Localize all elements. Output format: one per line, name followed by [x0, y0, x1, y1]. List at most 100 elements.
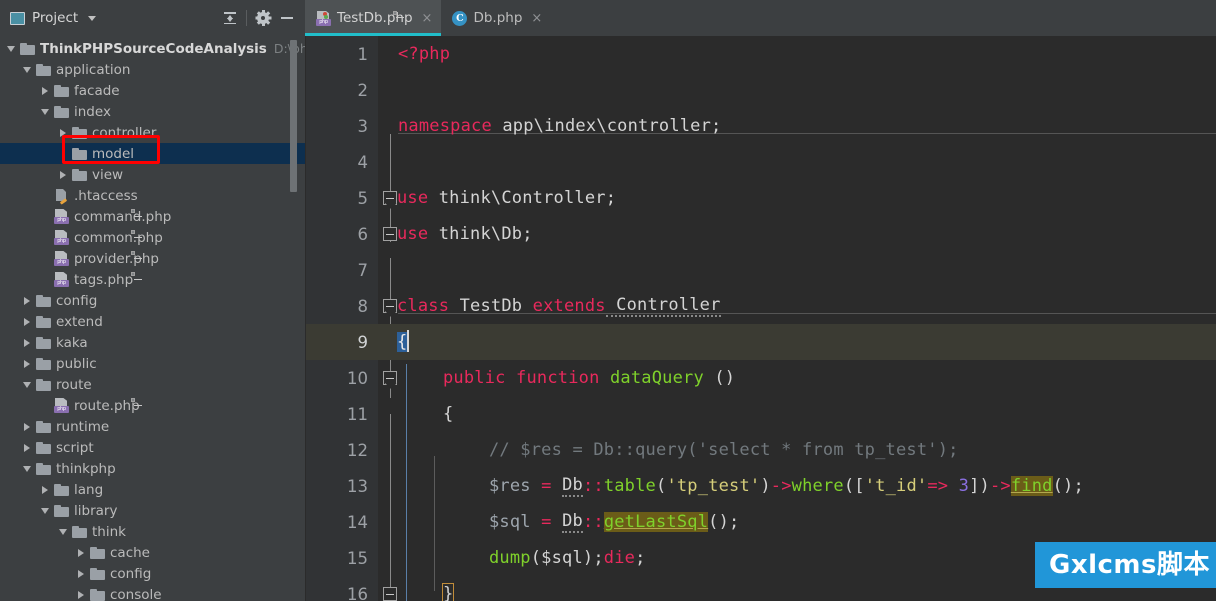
editor-line-11[interactable]: 11 {	[306, 396, 1216, 432]
tree-row-public[interactable]: public	[0, 353, 305, 374]
line-number: 12	[347, 440, 368, 460]
close-icon[interactable]: ×	[531, 12, 542, 25]
chevron-right-icon[interactable]	[38, 483, 52, 497]
folder-icon	[36, 441, 51, 454]
tree-item-label: config	[56, 292, 98, 309]
editor-line-12[interactable]: 12 // $res = Db::query('select * from tp…	[306, 432, 1216, 468]
editor-line-10[interactable]: 10 public function dataQuery ()	[306, 360, 1216, 396]
chevron-down-icon[interactable]	[38, 504, 52, 518]
close-icon[interactable]: ×	[422, 12, 433, 25]
tree-item-label: kaka	[56, 334, 88, 351]
tree-row-lang[interactable]: lang	[0, 479, 305, 500]
editor-line-14[interactable]: 14 $sql = Db:: getLastSql ();	[306, 504, 1216, 540]
chevron-down-icon[interactable]	[20, 378, 34, 392]
php-file-icon: php	[54, 251, 142, 266]
editor-line-2[interactable]: 2	[306, 72, 1216, 108]
chevron-down-icon[interactable]	[38, 105, 52, 119]
fold-marker[interactable]	[383, 191, 397, 205]
tree-row-common-php[interactable]: php common.php	[0, 227, 305, 248]
editor-line-8[interactable]: 8 class TestDb extends Controller	[306, 288, 1216, 324]
line-gutter: 12	[306, 432, 378, 468]
folder-icon	[72, 147, 87, 160]
tree-row-provider-php[interactable]: php provider.php	[0, 248, 305, 269]
top-strip: Project php TestDb.php × C Db.php ×	[0, 0, 1216, 36]
folder-icon	[36, 378, 51, 391]
chevron-right-icon[interactable]	[74, 567, 88, 581]
line-gutter: 13	[306, 468, 378, 504]
folder-icon	[90, 567, 105, 580]
tree-row-route-php[interactable]: php route.php	[0, 395, 305, 416]
folder-icon	[54, 504, 69, 517]
tree-row-command-php[interactable]: php command.php	[0, 206, 305, 227]
tree-row-tags-php[interactable]: php tags.php	[0, 269, 305, 290]
fold-marker[interactable]	[383, 371, 397, 385]
fold-marker[interactable]	[383, 227, 397, 241]
chevron-down-icon[interactable]	[20, 63, 34, 77]
chevron-right-icon[interactable]	[56, 168, 70, 182]
chevron-right-icon[interactable]	[38, 84, 52, 98]
fold-marker[interactable]	[383, 299, 397, 313]
collapse-all-button[interactable]	[218, 6, 242, 30]
sidebar-scrollbar-thumb[interactable]	[290, 40, 297, 192]
tree-row-thinkphpsourcecodeanalysis[interactable]: ThinkPHPSourceCodeAnalysis D:\phpstudy	[0, 38, 305, 59]
editor-line-9[interactable]: 9 {	[306, 324, 1216, 360]
tree-row-cache[interactable]: cache	[0, 542, 305, 563]
hide-panel-button[interactable]	[275, 6, 299, 30]
tree-row-thinkphp[interactable]: thinkphp	[0, 458, 305, 479]
main-body: ThinkPHPSourceCodeAnalysis D:\phpstudy a…	[0, 36, 1216, 601]
line-code: $sql = Db:: getLastSql ();	[489, 511, 740, 533]
tree-row-console[interactable]: console	[0, 584, 305, 601]
tree-row-config-think[interactable]: config	[0, 563, 305, 584]
tree-row-index[interactable]: index	[0, 101, 305, 122]
settings-button[interactable]	[251, 6, 275, 30]
chevron-right-icon[interactable]	[20, 357, 34, 371]
tab-testdb-php[interactable]: php TestDb.php ×	[305, 0, 442, 36]
project-panel-header: Project	[0, 0, 305, 36]
selected-brace: {	[397, 332, 408, 352]
ide-window: Project php TestDb.php × C Db.php × Thin…	[0, 0, 1216, 601]
tree-row-facade[interactable]: facade	[0, 80, 305, 101]
matching-brace: }	[441, 583, 455, 601]
chevron-down-icon[interactable]	[88, 15, 97, 21]
tree-row-think[interactable]: think	[0, 521, 305, 542]
tree-row-kaka[interactable]: kaka	[0, 332, 305, 353]
tree-row-library[interactable]: library	[0, 500, 305, 521]
folder-icon	[72, 126, 87, 139]
chevron-right-icon[interactable]	[20, 441, 34, 455]
tab-db-php[interactable]: C Db.php ×	[441, 0, 551, 36]
tree-row-model[interactable]: model	[0, 143, 305, 164]
chevron-right-icon[interactable]	[74, 588, 88, 601]
editor-line-5[interactable]: 5 use think\Controller;	[306, 180, 1216, 216]
editor-line-6[interactable]: 6 use think\Db;	[306, 216, 1216, 252]
tree-row-config[interactable]: config	[0, 290, 305, 311]
editor-line-4[interactable]: 4	[306, 144, 1216, 180]
editor-line-7[interactable]: 7	[306, 252, 1216, 288]
editor-line-13[interactable]: 13 $res = Db:: table('tp_test') -> where(['…	[306, 468, 1216, 504]
chevron-down-icon[interactable]	[20, 462, 34, 476]
editor-line-3[interactable]: 3 namespace app\index\controller;	[306, 108, 1216, 144]
fold-marker[interactable]	[383, 587, 397, 601]
editor-line-1[interactable]: 1 <?php	[306, 36, 1216, 72]
tree-row-view[interactable]: view	[0, 164, 305, 185]
tree-row-route[interactable]: route	[0, 374, 305, 395]
chevron-right-icon[interactable]	[56, 126, 70, 140]
chevron-down-icon[interactable]	[4, 42, 18, 56]
tree-row-runtime[interactable]: runtime	[0, 416, 305, 437]
line-code: {	[443, 404, 454, 424]
tree-row-htaccess[interactable]: .htaccess	[0, 185, 305, 206]
tree-row-script[interactable]: script	[0, 437, 305, 458]
project-tree[interactable]: ThinkPHPSourceCodeAnalysis D:\phpstudy a…	[0, 36, 305, 601]
project-panel-label: Project	[32, 10, 79, 26]
chevron-right-icon[interactable]	[20, 294, 34, 308]
chevron-right-icon[interactable]	[20, 420, 34, 434]
chevron-right-icon[interactable]	[20, 336, 34, 350]
chevron-right-icon[interactable]	[74, 546, 88, 560]
chevron-down-icon[interactable]	[56, 525, 70, 539]
code-editor[interactable]: 1 <?php 2 3 namespace app\index\controll…	[306, 36, 1216, 601]
tree-row-application[interactable]: application	[0, 59, 305, 80]
tree-row-controller[interactable]: controller	[0, 122, 305, 143]
project-panel-title-group[interactable]: Project	[10, 10, 97, 26]
chevron-right-icon[interactable]	[20, 315, 34, 329]
tree-row-extend[interactable]: extend	[0, 311, 305, 332]
